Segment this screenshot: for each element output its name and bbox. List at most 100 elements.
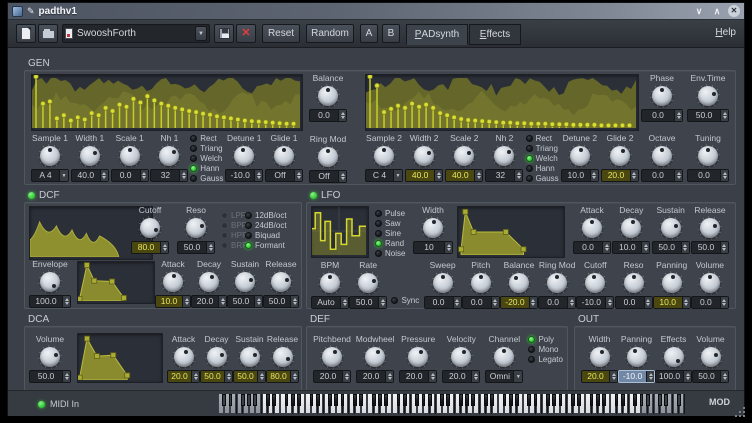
sustain-knob[interactable] — [659, 216, 683, 240]
release-spinbox[interactable]: 50.0 — [263, 295, 299, 308]
scale-2-knob[interactable] — [452, 144, 476, 168]
detune-1-spinbox[interactable]: -10.0 — [225, 169, 263, 182]
black-key[interactable] — [397, 394, 401, 406]
spin-arrows[interactable] — [100, 170, 108, 181]
spin-up-icon[interactable] — [341, 173, 345, 176]
spin-up-icon[interactable] — [163, 244, 167, 247]
black-key[interactable] — [341, 394, 345, 406]
spin-arrows[interactable] — [646, 371, 654, 382]
spin-down-icon[interactable] — [209, 248, 213, 251]
black-key[interactable] — [440, 394, 444, 406]
radio-option-gauss[interactable]: Gauss — [190, 173, 223, 183]
width-knob[interactable] — [588, 345, 612, 369]
decay-knob[interactable] — [205, 345, 229, 369]
spin-up-icon[interactable] — [723, 112, 727, 115]
sample-2-combobox[interactable]: C 4▼ — [365, 169, 403, 182]
volume-knob[interactable] — [698, 271, 722, 295]
spin-arrows[interactable] — [514, 170, 522, 181]
spin-arrows[interactable] — [605, 297, 613, 308]
spin-up-icon[interactable] — [531, 299, 535, 302]
spin-down-icon[interactable] — [260, 377, 264, 380]
spin-up-icon[interactable] — [677, 172, 681, 175]
black-key[interactable] — [310, 394, 314, 406]
black-key[interactable] — [297, 394, 301, 406]
black-key[interactable] — [646, 394, 650, 406]
spin-up-icon[interactable] — [493, 299, 497, 302]
spin-down-icon[interactable] — [723, 377, 727, 380]
spin-up-icon[interactable] — [477, 172, 481, 175]
balance-knob[interactable] — [316, 84, 340, 108]
black-key[interactable] — [459, 394, 463, 406]
radio-option-rect[interactable]: Rect — [190, 133, 223, 143]
spin-arrows[interactable] — [254, 296, 262, 307]
env-time-spinbox[interactable]: 50.0 — [687, 109, 729, 122]
scale-2-spinbox[interactable]: 40.0 — [445, 169, 483, 182]
bpm-knob[interactable] — [318, 271, 342, 295]
channel-combobox[interactable]: Omni▼ — [485, 370, 523, 383]
spin-down-icon[interactable] — [683, 248, 687, 251]
spin-down-icon[interactable] — [632, 176, 636, 179]
width-knob[interactable] — [421, 216, 445, 240]
spin-up-icon[interactable] — [209, 244, 213, 247]
spin-down-icon[interactable] — [341, 177, 345, 180]
spin-arrows[interactable] — [179, 170, 187, 181]
black-key[interactable] — [484, 394, 488, 406]
spin-down-icon[interactable] — [431, 377, 435, 380]
octave-knob[interactable] — [650, 144, 674, 168]
sustain-spinbox[interactable]: 50.0 — [227, 295, 263, 308]
rate-knob[interactable] — [356, 271, 380, 295]
attack-knob[interactable] — [161, 270, 185, 294]
spin-down-icon[interactable] — [677, 176, 681, 179]
attack-spinbox[interactable]: 0.0 — [573, 241, 611, 254]
velocity-knob[interactable] — [449, 345, 473, 369]
spin-down-icon[interactable] — [447, 248, 451, 251]
spin-up-icon[interactable] — [649, 373, 653, 376]
balance-spinbox[interactable]: 0.0 — [309, 109, 347, 122]
glide-1-knob[interactable] — [272, 144, 296, 168]
black-key[interactable] — [658, 394, 662, 406]
reso-spinbox[interactable]: 50.0 — [177, 241, 215, 254]
bpm-spinbox[interactable]: Auto — [311, 296, 349, 309]
black-key[interactable] — [596, 394, 600, 406]
radio-option-rand[interactable]: Rand — [375, 238, 405, 248]
detune-2-spinbox[interactable]: 10.0 — [561, 169, 599, 182]
help-link[interactable]: Help — [715, 27, 736, 38]
pitchbend-spinbox[interactable]: 20.0 — [313, 370, 351, 383]
balance-spinbox[interactable]: -20.0 — [500, 296, 538, 309]
spin-down-icon[interactable] — [194, 377, 198, 380]
spin-down-icon[interactable] — [182, 176, 186, 179]
spin-up-icon[interactable] — [257, 172, 261, 175]
checkbox-sync[interactable]: Sync — [391, 295, 419, 305]
black-key[interactable] — [253, 394, 257, 406]
spin-arrows[interactable] — [453, 297, 461, 308]
black-key[interactable] — [590, 394, 594, 406]
black-key[interactable] — [403, 394, 407, 406]
spin-arrows[interactable] — [218, 296, 226, 307]
scale-1-knob[interactable] — [118, 144, 142, 168]
sweep-knob[interactable] — [431, 271, 455, 295]
spin-arrows[interactable] — [434, 170, 442, 181]
black-key[interactable] — [428, 394, 432, 406]
black-key[interactable] — [422, 394, 426, 406]
spin-arrows[interactable] — [674, 110, 682, 121]
black-key[interactable] — [677, 394, 681, 406]
black-key[interactable] — [602, 394, 606, 406]
black-key[interactable] — [353, 394, 357, 406]
width-1-spinbox[interactable]: 40.0 — [71, 169, 109, 182]
spin-down-icon[interactable] — [297, 176, 301, 179]
phase-spinbox[interactable]: 0.0 — [641, 109, 683, 122]
spin-arrows[interactable] — [609, 371, 617, 382]
spin-down-icon[interactable] — [142, 176, 146, 179]
scale-1-spinbox[interactable]: 0.0 — [111, 169, 149, 182]
spin-up-icon[interactable] — [194, 373, 198, 376]
decay-knob[interactable] — [619, 216, 643, 240]
lfo-envelope-display[interactable] — [457, 206, 565, 258]
black-key[interactable] — [577, 394, 581, 406]
attack-knob[interactable] — [580, 216, 604, 240]
panning-knob[interactable] — [625, 345, 649, 369]
rate-spinbox[interactable]: 50.0 — [349, 296, 387, 309]
spin-arrows[interactable] — [644, 297, 652, 308]
spin-down-icon[interactable] — [477, 176, 481, 179]
spin-arrows[interactable] — [720, 170, 728, 181]
radio-option-hann[interactable]: Hann — [190, 163, 223, 173]
